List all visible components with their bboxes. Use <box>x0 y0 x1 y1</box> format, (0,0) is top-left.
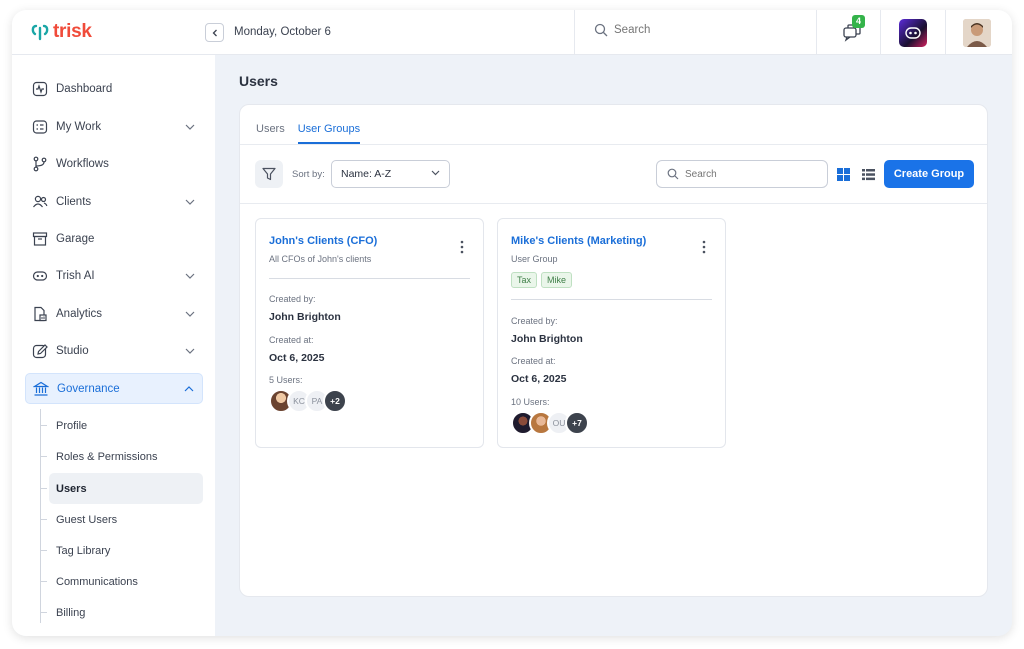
sidebar-item-clients[interactable]: Clients <box>25 186 203 217</box>
created-by-value: John Brighton <box>511 333 583 345</box>
sidebar-subitem-guest-users[interactable]: Guest Users <box>40 504 203 535</box>
users-count-label: 10 Users: <box>511 397 550 407</box>
chevron-left-icon <box>212 29 217 36</box>
divider <box>945 10 946 55</box>
robot-icon <box>32 268 48 284</box>
chevron-down-icon <box>185 124 195 130</box>
chevron-down-icon <box>431 170 440 176</box>
tag-badge[interactable]: Tax <box>511 272 538 288</box>
archive-icon <box>32 231 48 247</box>
group-card[interactable]: Mike's Clients (Marketing) User Group Ta… <box>497 218 726 448</box>
group-search[interactable] <box>656 160 828 188</box>
search-icon <box>667 168 679 180</box>
member-avatars[interactable]: OU +7 <box>511 411 589 435</box>
group-name[interactable]: Mike's Clients (Marketing) <box>511 235 646 247</box>
report-icon <box>32 306 48 322</box>
divider <box>511 299 712 300</box>
notification-badge: 4 <box>852 15 865 28</box>
more-members-badge[interactable]: +7 <box>565 411 589 435</box>
created-at-label: Created at: <box>511 356 556 366</box>
tab-users[interactable]: Users <box>256 123 285 144</box>
sidebar-item-governance[interactable]: Governance <box>25 373 203 404</box>
sidebar-item-studio[interactable]: Studio <box>25 335 203 366</box>
trisk-logo-icon <box>31 24 49 41</box>
divider <box>880 10 881 55</box>
tab-user-groups[interactable]: User Groups <box>297 123 361 144</box>
divider <box>574 10 575 55</box>
page-title: Users <box>239 73 278 89</box>
sort-label: Sort by: <box>292 169 325 180</box>
tab-bar: Users User Groups <box>256 123 361 144</box>
users-count-label: 5 Users: <box>269 375 303 385</box>
bank-icon <box>33 381 49 397</box>
create-group-button[interactable]: Create Group <box>884 160 974 188</box>
branch-icon <box>32 156 48 172</box>
created-at-label: Created at: <box>269 335 314 345</box>
collapse-sidebar-button[interactable] <box>205 23 224 42</box>
sidebar-item-garage[interactable]: Garage <box>25 223 203 254</box>
chevron-up-icon <box>184 385 194 391</box>
divider <box>816 10 817 55</box>
more-options-icon[interactable] <box>702 240 706 254</box>
grid-view-icon[interactable] <box>836 167 851 182</box>
sidebar-item-my-work[interactable]: My Work <box>25 111 203 142</box>
divider <box>240 144 987 145</box>
more-options-icon[interactable] <box>460 240 464 254</box>
sort-value: Name: A-Z <box>341 168 392 180</box>
sidebar-subitem-users[interactable]: Users <box>40 473 203 504</box>
current-date: Monday, October 6 <box>234 26 331 38</box>
sidebar: Dashboard My Work Workflows Clients Gara… <box>12 55 215 636</box>
filter-icon <box>262 167 276 181</box>
users-icon <box>32 194 48 210</box>
checklist-icon <box>32 119 48 135</box>
top-bar: trisk Monday, October 6 4 <box>12 10 1012 55</box>
user-photo-icon <box>963 19 991 47</box>
global-search[interactable] <box>594 23 794 37</box>
chevron-down-icon <box>185 348 195 354</box>
group-description: User Group <box>511 254 558 264</box>
robot-icon <box>905 27 921 39</box>
group-tags: Tax Mike <box>511 272 573 288</box>
user-avatar[interactable] <box>963 19 991 47</box>
sidebar-item-dashboard[interactable]: Dashboard <box>25 73 203 104</box>
user-groups-panel: Users User Groups Sort by: Name: A-Z Cre… <box>239 104 988 597</box>
sidebar-item-analytics[interactable]: Analytics <box>25 298 203 329</box>
sidebar-subitem-roles-permissions[interactable]: Roles & Permissions <box>40 441 203 472</box>
chevron-down-icon <box>185 311 195 317</box>
pen-icon <box>32 343 48 359</box>
filter-button[interactable] <box>255 160 283 188</box>
pulse-icon <box>32 81 48 97</box>
global-search-input[interactable] <box>614 24 794 36</box>
more-members-badge[interactable]: +2 <box>323 389 347 413</box>
group-card[interactable]: John's Clients (CFO) All CFOs of John's … <box>255 218 484 448</box>
divider <box>269 278 470 279</box>
created-at-value: Oct 6, 2025 <box>511 373 567 385</box>
app-name: trisk <box>53 21 92 42</box>
divider <box>240 203 987 204</box>
group-search-input[interactable] <box>685 168 815 180</box>
member-avatars[interactable]: KC PA +2 <box>269 389 347 413</box>
sidebar-subitem-communications[interactable]: Communications <box>40 566 203 597</box>
created-by-value: John Brighton <box>269 311 341 323</box>
created-by-label: Created by: <box>511 316 558 326</box>
group-description: All CFOs of John's clients <box>269 254 372 264</box>
submenu-tree-line <box>40 409 41 623</box>
sidebar-item-trish-ai[interactable]: Trish AI <box>25 260 203 291</box>
tag-badge[interactable]: Mike <box>541 272 573 288</box>
chevron-down-icon <box>185 273 195 279</box>
app-window: trisk Monday, October 6 4 <box>12 10 1012 636</box>
sidebar-subitem-tag-library[interactable]: Tag Library <box>40 535 203 566</box>
chevron-down-icon <box>185 199 195 205</box>
sidebar-subitem-profile[interactable]: Profile <box>40 410 203 441</box>
created-at-value: Oct 6, 2025 <box>269 352 325 364</box>
group-name[interactable]: John's Clients (CFO) <box>269 235 377 247</box>
sidebar-subitem-billing[interactable]: Billing <box>40 597 203 628</box>
search-icon <box>594 23 608 37</box>
trish-ai-button[interactable] <box>899 19 927 47</box>
app-logo[interactable]: trisk <box>30 21 92 43</box>
sidebar-item-workflows[interactable]: Workflows <box>25 148 203 179</box>
sort-dropdown[interactable]: Name: A-Z <box>331 160 450 188</box>
created-by-label: Created by: <box>269 294 316 304</box>
list-view-icon[interactable] <box>861 167 876 182</box>
